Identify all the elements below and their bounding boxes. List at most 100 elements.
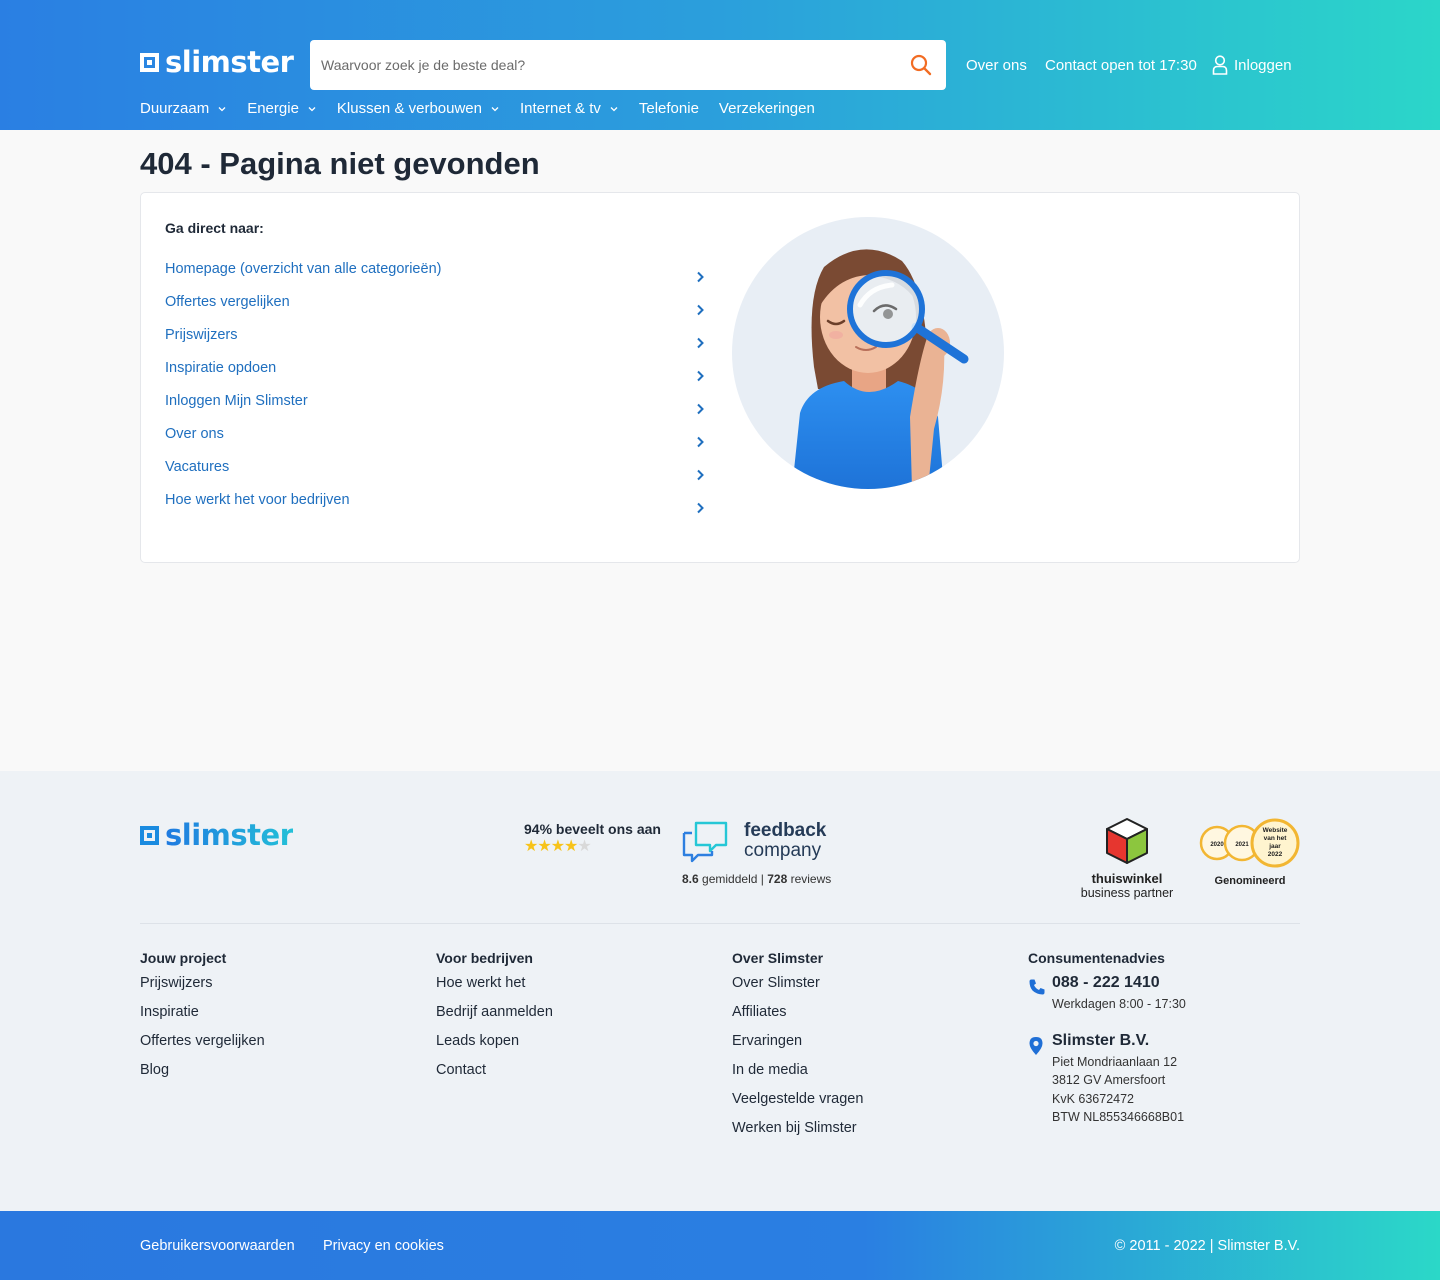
footer-link[interactable]: Leads kopen bbox=[436, 1033, 519, 1049]
footer-link[interactable]: Prijswijzers bbox=[140, 975, 213, 991]
quick-link-label[interactable]: Over ons bbox=[165, 426, 224, 442]
top-link-about[interactable]: Over ons bbox=[966, 57, 1027, 74]
nav-item-verzekeringen[interactable]: Verzekeringen bbox=[719, 100, 815, 117]
nav-item-energie[interactable]: Energie bbox=[247, 100, 317, 117]
nav-label: Telefonie bbox=[638, 100, 699, 117]
nav-item-klussen[interactable]: Klussen & verbouwen bbox=[337, 100, 500, 117]
award-line-4: 2022 bbox=[1268, 851, 1283, 858]
footer-logo[interactable]: slimster bbox=[140, 818, 294, 852]
main-nav: Duurzaam Energie Klussen & verbouwen Int… bbox=[140, 100, 815, 117]
footer-column-title: Over Slimster bbox=[732, 950, 824, 966]
chevron-right-icon bbox=[697, 436, 704, 448]
footer-link[interactable]: Werken bij Slimster bbox=[732, 1120, 857, 1136]
contact-phone[interactable]: 088 - 222 1410 bbox=[1052, 974, 1160, 991]
user-icon bbox=[1212, 55, 1228, 75]
search-icon[interactable] bbox=[896, 40, 946, 90]
quick-link-prijswijzers[interactable]: Prijswijzers bbox=[165, 325, 711, 358]
footer-link[interactable]: Ervaringen bbox=[732, 1033, 802, 1049]
quick-links-card: Ga direct naar: Homepage (overzicht van … bbox=[140, 192, 1300, 563]
search-input[interactable] bbox=[310, 40, 896, 90]
award-label: Genomineerd bbox=[1214, 875, 1286, 887]
thuiswinkel-title: thuiswinkel bbox=[1091, 871, 1163, 886]
nav-label: Verzekeringen bbox=[718, 100, 815, 117]
card-heading: Ga direct naar: bbox=[165, 220, 264, 236]
contact-address-line: Piet Mondriaanlaan 12 bbox=[1052, 1054, 1178, 1069]
copyright-text: © 2011 - 2022 | Slimster B.V. bbox=[1114, 1238, 1300, 1254]
chevron-down-icon bbox=[610, 106, 618, 111]
quick-link-label[interactable]: Offertes vergelijken bbox=[165, 294, 290, 310]
chevron-right-icon bbox=[697, 304, 704, 316]
footer-link[interactable]: Bedrijf aanmelden bbox=[436, 1004, 553, 1020]
footer-link[interactable]: In de media bbox=[732, 1062, 808, 1078]
top-link-contact[interactable]: Contact open tot 17:30 bbox=[1045, 57, 1197, 74]
site-footer: slimster 94% beveelt ons aan ★★★★★ feedb… bbox=[0, 771, 1440, 1211]
footer-divider bbox=[140, 923, 1300, 924]
footer-link[interactable]: Blog bbox=[140, 1062, 169, 1078]
feedback-reviews-label: reviews bbox=[790, 872, 832, 886]
logo-text: slimster bbox=[165, 45, 294, 79]
quick-link-homepage[interactable]: Homepage (overzicht van alle categorieën… bbox=[165, 259, 711, 292]
contact-company: Slimster B.V. bbox=[1052, 1031, 1150, 1049]
footer-link[interactable]: Veelgestelde vragen bbox=[732, 1091, 863, 1107]
contact-phone-row: 088 - 222 1410 Werkdagen 8:00 - 17:30 bbox=[1028, 974, 1300, 1014]
rating-stars: ★★★★★ bbox=[524, 839, 661, 855]
search-bar bbox=[310, 40, 946, 90]
quick-link-over-ons[interactable]: Over ons bbox=[165, 424, 711, 457]
nav-item-internet-tv[interactable]: Internet & tv bbox=[520, 100, 619, 117]
chat-bubbles-icon bbox=[682, 821, 728, 863]
login-label: Inloggen bbox=[1234, 56, 1292, 74]
chevron-down-icon bbox=[218, 106, 226, 111]
chevron-right-icon bbox=[697, 337, 704, 349]
footer-link[interactable]: Hoe werkt het bbox=[436, 975, 525, 991]
nav-label: Duurzaam bbox=[140, 100, 210, 117]
nav-label: Internet & tv bbox=[520, 100, 601, 117]
star-icon: ★ bbox=[524, 838, 538, 855]
quick-link-label[interactable]: Homepage (overzicht van alle categorieën… bbox=[165, 261, 441, 277]
nav-label: Klussen & verbouwen bbox=[336, 100, 482, 117]
quick-link-vacatures[interactable]: Vacatures bbox=[165, 457, 711, 490]
contact-address-row: Slimster B.V. Piet Mondriaanlaan 12 3812… bbox=[1028, 1032, 1300, 1127]
footer-link[interactable]: Contact bbox=[436, 1062, 486, 1078]
website-van-het-jaar-award: 2020 2021 Website van het jaar 2022 Geno… bbox=[1199, 818, 1301, 887]
contact-address-line: KvK 63672472 bbox=[1052, 1091, 1135, 1106]
footer-contact: Consumentenadvies 088 - 222 1410 Werkdag… bbox=[1028, 950, 1300, 1127]
recommend-block: 94% beveelt ons aan ★★★★★ bbox=[524, 821, 661, 855]
nav-item-duurzaam[interactable]: Duurzaam bbox=[140, 100, 227, 117]
site-header: slimster Over ons Contact open tot 17:30… bbox=[0, 0, 1440, 130]
page-title: 404 - Pagina niet gevonden bbox=[140, 146, 540, 181]
slimster-logo[interactable]: slimster bbox=[140, 45, 294, 79]
footer-link[interactable]: Over Slimster bbox=[732, 975, 820, 991]
quick-link-inloggen[interactable]: Inloggen Mijn Slimster bbox=[165, 391, 711, 424]
nav-item-telefonie[interactable]: Telefonie bbox=[639, 100, 699, 117]
quick-link-bedrijven[interactable]: Hoe werkt het voor bedrijven bbox=[165, 490, 711, 523]
quick-link-label[interactable]: Prijswijzers bbox=[165, 327, 238, 343]
quick-link-label[interactable]: Hoe werkt het voor bedrijven bbox=[165, 492, 350, 508]
contact-address-line: 3812 GV Amersfoort bbox=[1052, 1073, 1166, 1087]
thuiswinkel-badge[interactable]: thuiswinkel business partner bbox=[1076, 817, 1178, 900]
footer-link[interactable]: Inspiratie bbox=[140, 1004, 199, 1020]
footer-link[interactable]: Offertes vergelijken bbox=[140, 1033, 265, 1049]
quick-link-offertes[interactable]: Offertes vergelijken bbox=[165, 292, 711, 325]
recommend-text: 94% beveelt ons aan bbox=[524, 821, 661, 837]
nav-label: Energie bbox=[247, 100, 299, 117]
login-button[interactable]: Inloggen bbox=[1212, 55, 1292, 75]
quick-link-label[interactable]: Vacatures bbox=[165, 459, 229, 475]
feedback-company-badge[interactable]: feedback company 8.6 gemiddeld | 728 rev… bbox=[682, 819, 832, 887]
logo-text: slimster bbox=[165, 818, 294, 852]
quick-link-label[interactable]: Inspiratie opdoen bbox=[165, 360, 276, 376]
footer-link[interactable]: Affiliates bbox=[732, 1004, 787, 1020]
privacy-link[interactable]: Privacy en cookies bbox=[323, 1238, 444, 1254]
chevron-right-icon bbox=[697, 502, 704, 514]
contact-hours: Werkdagen 8:00 - 17:30 bbox=[1052, 997, 1186, 1011]
footer-column-title: Jouw project bbox=[140, 950, 227, 966]
terms-link[interactable]: Gebruikersvoorwaarden bbox=[140, 1238, 295, 1254]
award-line-1: Website bbox=[1263, 827, 1288, 834]
footer-column-jouw-project: Jouw project Prijswijzers Inspiratie Off… bbox=[140, 950, 420, 1091]
chevron-down-icon bbox=[308, 106, 316, 111]
chevron-right-icon bbox=[697, 403, 704, 415]
feedback-separator: | bbox=[760, 872, 764, 886]
quick-link-inspiratie[interactable]: Inspiratie opdoen bbox=[165, 358, 711, 391]
quick-link-label[interactable]: Inloggen Mijn Slimster bbox=[165, 393, 308, 409]
chevron-right-icon bbox=[697, 271, 704, 283]
feedback-score-label: gemiddeld bbox=[702, 872, 758, 886]
